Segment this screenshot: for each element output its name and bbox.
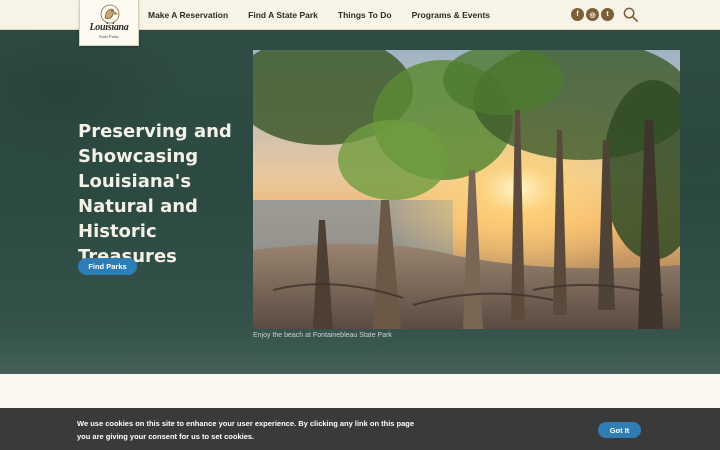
content-band — [0, 374, 720, 408]
photo-caption: Enjoy the beach at Fontainebleau State P… — [253, 332, 392, 339]
find-parks-button[interactable]: Find Parks — [78, 258, 137, 275]
instagram-icon[interactable]: ◎ — [586, 8, 599, 21]
facebook-icon[interactable]: f — [571, 8, 584, 21]
got-it-button[interactable]: Got It — [598, 422, 641, 438]
nav-find-state-park[interactable]: Find A State Park — [248, 10, 318, 20]
twitter-icon[interactable]: t — [601, 8, 614, 21]
nav-things-to-do[interactable]: Things To Do — [338, 10, 392, 20]
nav-programs-events[interactable]: Programs & Events — [412, 10, 490, 20]
hero-background-ground — [0, 334, 720, 374]
hero-photo — [253, 50, 680, 329]
main-nav: Make A Reservation Find A State Park Thi… — [148, 0, 510, 30]
site-header: Louisiana State Parks Make A Reservation… — [0, 0, 720, 46]
nav-make-reservation[interactable]: Make A Reservation — [148, 10, 228, 20]
logo-subtext: State Parks — [98, 34, 120, 39]
cookie-banner: We use cookies on this site to enhance y… — [0, 408, 720, 450]
search-icon[interactable] — [623, 7, 638, 22]
hero-title: Preserving and Showcasing Louisiana's Na… — [78, 121, 232, 267]
logo-wordmark: Louisiana — [89, 22, 129, 33]
cookie-message: We use cookies on this site to enhance y… — [77, 419, 415, 441]
social-links: f ◎ t — [571, 8, 616, 21]
pelican-icon — [100, 4, 120, 24]
hero-section: Preserving and Showcasing Louisiana's Na… — [0, 30, 720, 374]
site-logo[interactable]: Louisiana State Parks — [79, 0, 139, 46]
